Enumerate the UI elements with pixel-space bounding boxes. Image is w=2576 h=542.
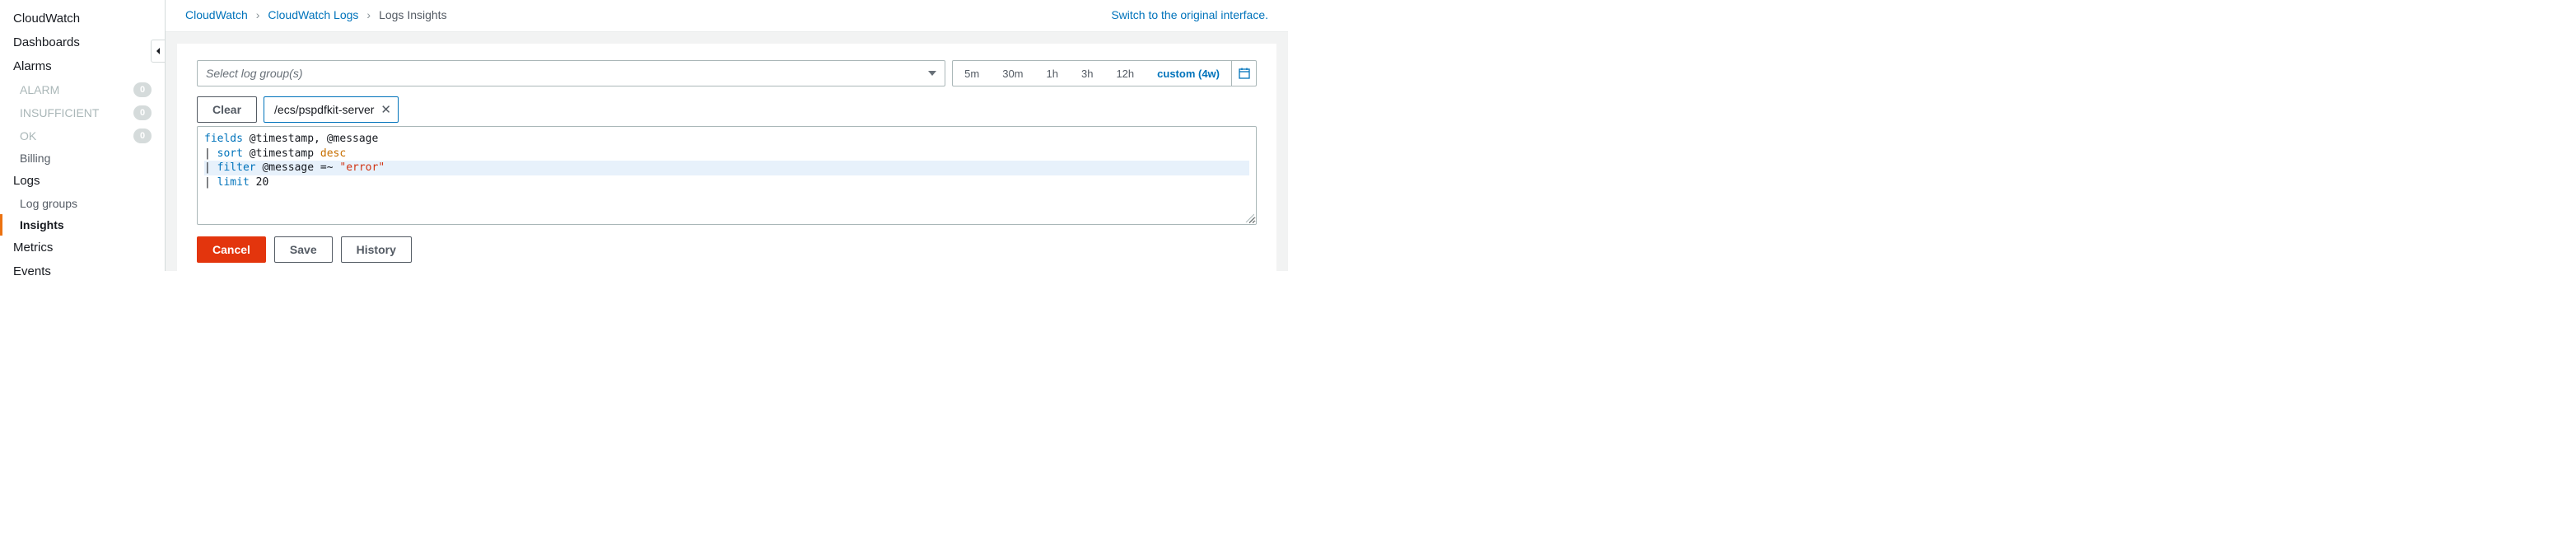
sidebar-item-alarms[interactable]: Alarms (0, 54, 165, 78)
sidebar-item-dashboards[interactable]: Dashboards (0, 30, 165, 54)
breadcrumb-current: Logs Insights (379, 8, 447, 21)
time-12h[interactable]: 12h (1104, 61, 1146, 86)
action-row: Cancel Save History (197, 236, 1257, 263)
sidebar-item-billing[interactable]: Billing (0, 147, 165, 169)
breadcrumb-cloudwatch[interactable]: CloudWatch (185, 8, 248, 21)
cancel-button[interactable]: Cancel (197, 236, 266, 263)
insights-panel: Select log group(s) 5m 30m 1h 3h 12h cus… (177, 44, 1276, 279)
time-custom[interactable]: custom (4w) (1146, 61, 1231, 86)
chip-label: /ecs/pspdfkit-server (274, 103, 374, 116)
sidebar-item-cloudwatch[interactable]: CloudWatch (0, 7, 165, 30)
switch-interface-link[interactable]: Switch to the original interface. (1111, 8, 1268, 21)
clear-button[interactable]: Clear (197, 96, 257, 123)
log-group-placeholder: Select log group(s) (206, 67, 303, 80)
sidebar-item-logs[interactable]: Logs (0, 169, 165, 193)
time-5m[interactable]: 5m (953, 61, 991, 86)
sidebar-item-alarm[interactable]: ALARM 0 (0, 78, 165, 101)
main: CloudWatch › CloudWatch Logs › Logs Insi… (165, 0, 1288, 271)
count-badge: 0 (133, 82, 152, 97)
chevron-right-icon: › (366, 8, 371, 21)
sidebar-item-metrics[interactable]: Metrics (0, 236, 165, 259)
query-editor[interactable]: fields @timestamp, @message | sort @time… (197, 126, 1257, 225)
calendar-icon (1239, 68, 1250, 79)
sidebar-item-log-groups[interactable]: Log groups (0, 193, 165, 214)
time-3h[interactable]: 3h (1070, 61, 1104, 86)
resize-grip-icon (1244, 213, 1254, 222)
chip-remove-button[interactable]: ✕ (380, 102, 391, 117)
time-1h[interactable]: 1h (1035, 61, 1070, 86)
log-group-select[interactable]: Select log group(s) (197, 60, 945, 86)
topbar: CloudWatch › CloudWatch Logs › Logs Insi… (166, 0, 1288, 32)
sidebar-item-insufficient[interactable]: INSUFFICIENT 0 (0, 101, 165, 124)
chevron-right-icon: › (256, 8, 260, 21)
sidebar-item-insights[interactable]: Insights (0, 214, 165, 236)
time-range-picker: 5m 30m 1h 3h 12h custom (4w) (952, 60, 1257, 86)
count-badge: 0 (133, 105, 152, 120)
breadcrumb: CloudWatch › CloudWatch Logs › Logs Insi… (185, 8, 447, 21)
log-group-chip: /ecs/pspdfkit-server ✕ (264, 96, 399, 123)
collapse-sidebar-button[interactable] (151, 40, 166, 63)
chevron-down-icon (928, 71, 936, 76)
sidebar-item-events[interactable]: Events (0, 259, 165, 283)
breadcrumb-cloudwatch-logs[interactable]: CloudWatch Logs (268, 8, 358, 21)
chevron-left-icon (155, 47, 161, 55)
history-button[interactable]: History (341, 236, 412, 263)
save-button[interactable]: Save (274, 236, 333, 263)
calendar-button[interactable] (1231, 61, 1256, 86)
sidebar-item-ok[interactable]: OK 0 (0, 124, 165, 147)
sidebar: CloudWatch Dashboards Alarms ALARM 0 INS… (0, 0, 165, 271)
time-30m[interactable]: 30m (991, 61, 1034, 86)
count-badge: 0 (133, 128, 152, 143)
